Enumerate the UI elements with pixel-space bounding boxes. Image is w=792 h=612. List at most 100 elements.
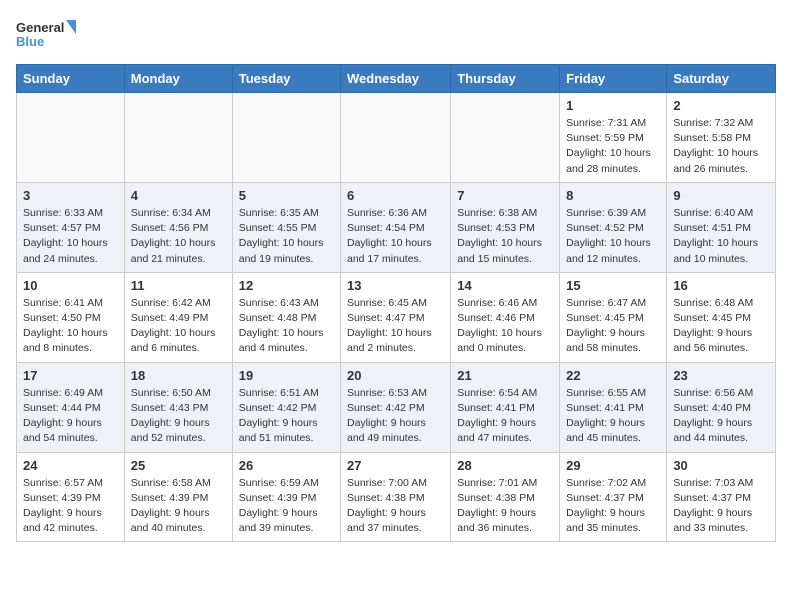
day-info: Sunrise: 6:59 AM Sunset: 4:39 PM Dayligh… (239, 476, 334, 537)
calendar-cell: 29 Sunrise: 7:02 AM Sunset: 4:37 PM Dayli… (560, 452, 667, 542)
day-info: Sunrise: 6:34 AM Sunset: 4:56 PM Dayligh… (131, 206, 226, 267)
day-number: 29 (566, 458, 660, 473)
weekday-header-saturday: Saturday (667, 65, 776, 93)
calendar-cell (341, 93, 451, 183)
day-info: Sunrise: 7:03 AM Sunset: 4:37 PM Dayligh… (673, 476, 769, 537)
week-row-5: 24 Sunrise: 6:57 AM Sunset: 4:39 PM Dayli… (17, 452, 776, 542)
day-number: 17 (23, 368, 118, 383)
day-number: 10 (23, 278, 118, 293)
day-info: Sunrise: 6:42 AM Sunset: 4:49 PM Dayligh… (131, 296, 226, 357)
logo-svg: GeneralBlue (16, 16, 76, 56)
calendar-cell: 3 Sunrise: 6:33 AM Sunset: 4:57 PM Daylig… (17, 182, 125, 272)
calendar-cell (17, 93, 125, 183)
calendar-cell: 13 Sunrise: 6:45 AM Sunset: 4:47 PM Dayli… (341, 272, 451, 362)
week-row-4: 17Sunrise: 6:49 AM Sunset: 4:44 PM Dayli… (17, 362, 776, 452)
day-info: Sunrise: 7:00 AM Sunset: 4:38 PM Dayligh… (347, 476, 444, 537)
calendar-cell (124, 93, 232, 183)
calendar-cell: 15 Sunrise: 6:47 AM Sunset: 4:45 PM Dayli… (560, 272, 667, 362)
day-info: Sunrise: 6:33 AM Sunset: 4:57 PM Dayligh… (23, 206, 118, 267)
day-number: 28 (457, 458, 553, 473)
day-info: Sunrise: 6:47 AM Sunset: 4:45 PM Dayligh… (566, 296, 660, 357)
calendar-cell: 1 Sunrise: 7:31 AM Sunset: 5:59 PM Daylig… (560, 93, 667, 183)
calendar-cell: 21Sunrise: 6:54 AM Sunset: 4:41 PM Dayli… (451, 362, 560, 452)
svg-text:Blue: Blue (16, 34, 44, 49)
calendar-cell: 4 Sunrise: 6:34 AM Sunset: 4:56 PM Daylig… (124, 182, 232, 272)
day-number: 9 (673, 188, 769, 203)
day-number: 1 (566, 98, 660, 113)
day-number: 6 (347, 188, 444, 203)
calendar-cell (451, 93, 560, 183)
calendar-cell: 9 Sunrise: 6:40 AM Sunset: 4:51 PM Daylig… (667, 182, 776, 272)
week-row-3: 10 Sunrise: 6:41 AM Sunset: 4:50 PM Dayli… (17, 272, 776, 362)
day-info: Sunrise: 6:36 AM Sunset: 4:54 PM Dayligh… (347, 206, 444, 267)
week-row-1: 1 Sunrise: 7:31 AM Sunset: 5:59 PM Daylig… (17, 93, 776, 183)
calendar-cell: 18 Sunrise: 6:50 AM Sunset: 4:43 PM Dayli… (124, 362, 232, 452)
calendar-cell: 17Sunrise: 6:49 AM Sunset: 4:44 PM Dayli… (17, 362, 125, 452)
day-info: Sunrise: 6:40 AM Sunset: 4:51 PM Dayligh… (673, 206, 769, 267)
calendar-cell: 14 Sunrise: 6:46 AM Sunset: 4:46 PM Dayli… (451, 272, 560, 362)
day-info: Sunrise: 6:51 AM Sunset: 4:42 PM Dayligh… (239, 386, 334, 447)
day-info: Sunrise: 6:39 AM Sunset: 4:52 PM Dayligh… (566, 206, 660, 267)
calendar-cell: 27 Sunrise: 7:00 AM Sunset: 4:38 PM Dayli… (341, 452, 451, 542)
day-info: Sunrise: 7:31 AM Sunset: 5:59 PM Dayligh… (566, 116, 660, 177)
calendar-cell: 20Sunrise: 6:53 AM Sunset: 4:42 PM Dayli… (341, 362, 451, 452)
calendar-cell: 16Sunrise: 6:48 AM Sunset: 4:45 PM Dayli… (667, 272, 776, 362)
day-info: Sunrise: 6:35 AM Sunset: 4:55 PM Dayligh… (239, 206, 334, 267)
logo: GeneralBlue (16, 16, 76, 56)
day-info: Sunrise: 7:32 AM Sunset: 5:58 PM Dayligh… (673, 116, 769, 177)
calendar-cell: 22Sunrise: 6:55 AM Sunset: 4:41 PM Dayli… (560, 362, 667, 452)
weekday-header-wednesday: Wednesday (341, 65, 451, 93)
day-info: Sunrise: 6:58 AM Sunset: 4:39 PM Dayligh… (131, 476, 226, 537)
day-info: Sunrise: 7:01 AM Sunset: 4:38 PM Dayligh… (457, 476, 553, 537)
calendar-cell: 8 Sunrise: 6:39 AM Sunset: 4:52 PM Daylig… (560, 182, 667, 272)
calendar-cell: 30 Sunrise: 7:03 AM Sunset: 4:37 PM Dayli… (667, 452, 776, 542)
calendar-cell: 12Sunrise: 6:43 AM Sunset: 4:48 PM Dayli… (232, 272, 340, 362)
calendar-cell: 6 Sunrise: 6:36 AM Sunset: 4:54 PM Daylig… (341, 182, 451, 272)
calendar-cell: 23Sunrise: 6:56 AM Sunset: 4:40 PM Dayli… (667, 362, 776, 452)
header: GeneralBlue (16, 16, 776, 56)
day-number: 2 (673, 98, 769, 113)
weekday-header-tuesday: Tuesday (232, 65, 340, 93)
day-number: 26 (239, 458, 334, 473)
day-number: 3 (23, 188, 118, 203)
day-info: Sunrise: 6:46 AM Sunset: 4:46 PM Dayligh… (457, 296, 553, 357)
day-info: Sunrise: 6:48 AM Sunset: 4:45 PM Dayligh… (673, 296, 769, 357)
calendar-cell: 5 Sunrise: 6:35 AM Sunset: 4:55 PM Daylig… (232, 182, 340, 272)
day-number: 30 (673, 458, 769, 473)
day-number: 5 (239, 188, 334, 203)
day-number: 21 (457, 368, 553, 383)
day-info: Sunrise: 6:53 AM Sunset: 4:42 PM Dayligh… (347, 386, 444, 447)
day-info: Sunrise: 6:43 AM Sunset: 4:48 PM Dayligh… (239, 296, 334, 357)
day-number: 14 (457, 278, 553, 293)
day-number: 11 (131, 278, 226, 293)
calendar-cell: 19 Sunrise: 6:51 AM Sunset: 4:42 PM Dayli… (232, 362, 340, 452)
day-number: 19 (239, 368, 334, 383)
day-number: 24 (23, 458, 118, 473)
weekday-header-friday: Friday (560, 65, 667, 93)
calendar-cell: 26 Sunrise: 6:59 AM Sunset: 4:39 PM Dayli… (232, 452, 340, 542)
day-number: 27 (347, 458, 444, 473)
day-number: 4 (131, 188, 226, 203)
calendar: SundayMondayTuesdayWednesdayThursdayFrid… (16, 64, 776, 542)
day-info: Sunrise: 6:41 AM Sunset: 4:50 PM Dayligh… (23, 296, 118, 357)
day-info: Sunrise: 6:50 AM Sunset: 4:43 PM Dayligh… (131, 386, 226, 447)
calendar-cell: 10 Sunrise: 6:41 AM Sunset: 4:50 PM Dayli… (17, 272, 125, 362)
day-info: Sunrise: 6:38 AM Sunset: 4:53 PM Dayligh… (457, 206, 553, 267)
day-info: Sunrise: 6:45 AM Sunset: 4:47 PM Dayligh… (347, 296, 444, 357)
day-number: 18 (131, 368, 226, 383)
day-number: 25 (131, 458, 226, 473)
calendar-cell: 11 Sunrise: 6:42 AM Sunset: 4:49 PM Dayli… (124, 272, 232, 362)
weekday-header-thursday: Thursday (451, 65, 560, 93)
day-number: 13 (347, 278, 444, 293)
calendar-cell: 7 Sunrise: 6:38 AM Sunset: 4:53 PM Daylig… (451, 182, 560, 272)
day-info: Sunrise: 6:57 AM Sunset: 4:39 PM Dayligh… (23, 476, 118, 537)
day-number: 8 (566, 188, 660, 203)
day-number: 7 (457, 188, 553, 203)
day-info: Sunrise: 6:56 AM Sunset: 4:40 PM Dayligh… (673, 386, 769, 447)
weekday-header-row: SundayMondayTuesdayWednesdayThursdayFrid… (17, 65, 776, 93)
day-info: Sunrise: 6:55 AM Sunset: 4:41 PM Dayligh… (566, 386, 660, 447)
day-number: 15 (566, 278, 660, 293)
day-info: Sunrise: 7:02 AM Sunset: 4:37 PM Dayligh… (566, 476, 660, 537)
week-row-2: 3 Sunrise: 6:33 AM Sunset: 4:57 PM Daylig… (17, 182, 776, 272)
calendar-cell: 24 Sunrise: 6:57 AM Sunset: 4:39 PM Dayli… (17, 452, 125, 542)
